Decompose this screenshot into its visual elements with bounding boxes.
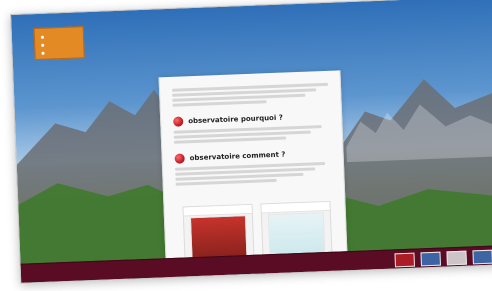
- red-circle-icon: [174, 153, 185, 164]
- section-comment: observatoire comment ?: [174, 148, 331, 186]
- content-panel: observatoire pourquoi ? observatoire com…: [158, 70, 349, 278]
- top-center-text: [186, 21, 257, 42]
- footer-thumb[interactable]: [446, 250, 467, 266]
- section-title: observatoire comment ?: [189, 150, 286, 163]
- panel-inner: observatoire pourquoi ? observatoire com…: [171, 81, 332, 188]
- section-header: observatoire comment ?: [174, 148, 330, 164]
- section-text: [173, 125, 330, 144]
- section-text: [175, 162, 332, 186]
- section-header: observatoire pourquoi ?: [173, 111, 329, 127]
- photographed-screen: observatoire pourquoi ? observatoire com…: [10, 0, 492, 284]
- footer-thumb[interactable]: [472, 249, 492, 265]
- footer-thumb[interactable]: [420, 251, 441, 267]
- red-circle-icon: [173, 116, 184, 127]
- intro-text-block: [171, 82, 329, 107]
- bullet-icon: [41, 43, 45, 47]
- footer-thumbnails: [394, 249, 492, 268]
- bullet-icon: [41, 51, 45, 55]
- nav-item[interactable]: [41, 47, 80, 56]
- top-left-menu[interactable]: [33, 26, 85, 61]
- section-pourquoi: observatoire pourquoi ?: [173, 111, 330, 144]
- bullet-icon: [40, 35, 44, 39]
- section-title: observatoire pourquoi ?: [188, 113, 283, 126]
- footer-thumb[interactable]: [394, 252, 415, 268]
